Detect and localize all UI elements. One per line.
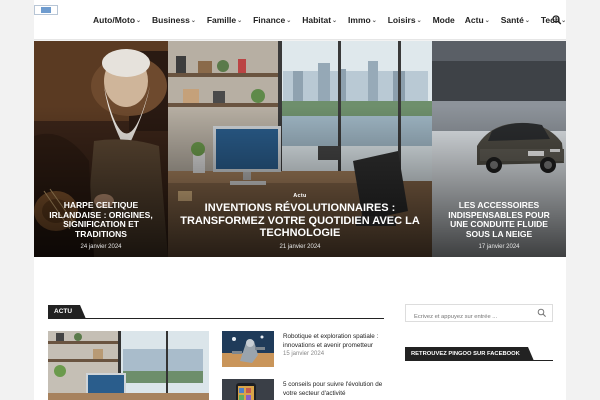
chevron-down-icon: ⌄	[524, 17, 530, 24]
facebook-widget-header: RETROUVEZ PINGOO SUR FACEBOOK	[405, 347, 553, 361]
slide-title[interactable]: Harpe celtique irlandaise : origines, si…	[42, 200, 160, 240]
robot-thumbnail	[222, 331, 274, 367]
nav-item-business[interactable]: Business ⌄	[147, 15, 202, 25]
nav-item-label: Actu	[464, 15, 484, 25]
office-thumbnail-image	[48, 331, 209, 400]
chevron-down-icon: ⌄	[484, 17, 490, 24]
logo-mark	[41, 7, 51, 13]
slide-date: 17 janvier 2024	[478, 244, 520, 250]
phone-thumbnail	[222, 379, 274, 400]
slide-date: 24 janvier 2024	[80, 244, 122, 250]
phone-image	[222, 379, 274, 400]
nav-item-famille[interactable]: Famille ⌄	[202, 15, 248, 25]
site-logo[interactable]	[34, 5, 58, 15]
featured-slider: Harpe celtique irlandaise : origines, si…	[34, 41, 566, 257]
nav-item-label: Finance	[253, 15, 286, 25]
chevron-down-icon: ⌄	[190, 17, 196, 24]
article-title[interactable]: Robotique et exploration spatiale : inno…	[283, 333, 384, 350]
slide-caption: Actu Inventions révolutionnaires : trans…	[176, 184, 424, 250]
nav-item-loisirs[interactable]: Loisirs ⌄	[383, 15, 428, 25]
featured-article-neige[interactable]: Les accessoires indispensables pour une …	[432, 41, 566, 257]
chevron-down-icon: ⌄	[286, 17, 292, 24]
nav-item-habitat[interactable]: Habitat ⌄	[297, 15, 343, 25]
sidebar-search-input[interactable]	[406, 309, 532, 325]
slide-title[interactable]: Inventions révolutionnaires : transforme…	[176, 202, 424, 240]
nav-item-actu[interactable]: Actu ⌄	[460, 15, 496, 25]
article-title[interactable]: 5 conseils pour suivre l'évolution de vo…	[283, 381, 384, 398]
slide-caption: Harpe celtique irlandaise : origines, si…	[42, 200, 160, 250]
slide-caption: Les accessoires indispensables pour une …	[440, 200, 558, 250]
page: Auto/Moto ⌄ Business ⌄ Famille ⌄ Finance ⌄ Habit…	[0, 0, 600, 400]
nav-item-label: Habitat	[302, 15, 332, 25]
nav-item-label: Famille	[206, 15, 237, 25]
top-navigation-bar: Auto/Moto ⌄ Business ⌄ Famille ⌄ Finance ⌄ Habit…	[34, 0, 566, 40]
nav-item-label: Immo	[348, 15, 371, 25]
nav-item-label: Santé	[500, 15, 524, 25]
search-icon[interactable]	[552, 14, 562, 26]
nav-item-label: Loisirs	[387, 15, 416, 25]
chevron-down-icon: ⌄	[332, 17, 338, 24]
robot-image	[222, 331, 274, 367]
chevron-down-icon: ⌄	[416, 17, 422, 24]
sidebar-search-box	[405, 304, 553, 325]
main-content: ACTU Robotique et exploration spatiale:…	[34, 257, 566, 400]
article-date: 15 janvier 2024	[283, 351, 325, 357]
nav-item-mode[interactable]: Mode	[428, 15, 460, 25]
chevron-down-icon: ⌄	[237, 17, 243, 24]
slide-title[interactable]: Les accessoires indispensables pour une …	[440, 200, 558, 240]
nav-item-label: Business	[152, 15, 190, 25]
chevron-down-icon: ⌄	[371, 17, 377, 24]
facebook-widget-label: RETROUVEZ PINGOO SUR FACEBOOK	[405, 347, 534, 361]
featured-article-inventions[interactable]: Actu Inventions révolutionnaires : trans…	[168, 41, 432, 257]
section-header: ACTU	[48, 305, 384, 319]
nav-item-label: Mode	[432, 15, 455, 25]
featured-article-harpe[interactable]: Harpe celtique irlandaise : origines, si…	[34, 41, 168, 257]
nav-item-label: Auto/Moto	[93, 15, 136, 25]
nav-item-immo[interactable]: Immo ⌄	[343, 15, 383, 25]
main-menu: Auto/Moto ⌄ Business ⌄ Famille ⌄ Finance ⌄ Habit…	[88, 0, 572, 40]
chevron-down-icon: ⌄	[136, 17, 142, 24]
category-tag[interactable]: Actu	[293, 193, 306, 199]
search-icon[interactable]	[537, 308, 547, 318]
section-label[interactable]: ACTU	[48, 305, 87, 319]
section-lead-image[interactable]	[48, 331, 209, 400]
nav-item-finance[interactable]: Finance ⌄	[248, 15, 297, 25]
slide-date: 21 janvier 2024	[279, 244, 321, 250]
nav-item-auto-moto[interactable]: Auto/Moto ⌄	[88, 15, 147, 25]
nav-item-sant-[interactable]: Santé ⌄	[496, 15, 536, 25]
